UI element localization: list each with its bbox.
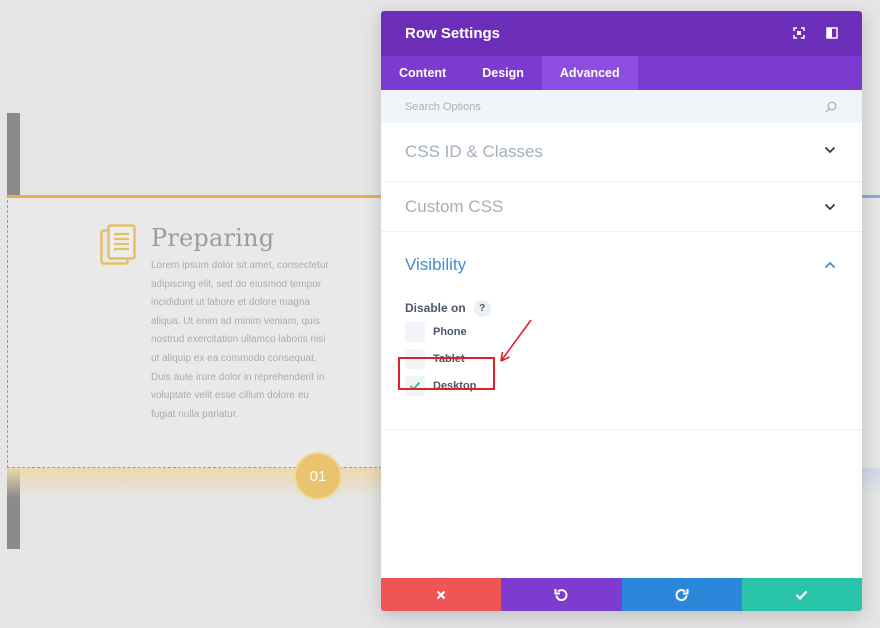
step-number-badge: 01: [294, 452, 342, 500]
split-view-icon[interactable]: [826, 27, 838, 39]
section-header[interactable]: Custom CSS: [381, 182, 862, 231]
expand-icon[interactable]: [793, 27, 805, 39]
option-label: Phone: [433, 325, 467, 338]
search-bar: [381, 90, 862, 123]
undo-button[interactable]: [501, 578, 622, 611]
phone-checkbox[interactable]: [405, 321, 425, 342]
module-title: Preparing: [151, 224, 275, 252]
modal-title: Row Settings: [405, 25, 501, 42]
annotation-arrow-icon: [500, 319, 532, 362]
section-title: CSS ID & Classes: [405, 142, 543, 161]
cancel-icon: [436, 590, 446, 599]
undo-icon: [554, 589, 568, 601]
redo-icon: [675, 589, 689, 601]
chevron-down-icon[interactable]: [824, 146, 836, 154]
section-css-id-classes[interactable]: CSS ID & Classes: [381, 123, 862, 182]
row-settings-modal: Row Settings Content Design Advanced CSS…: [381, 11, 862, 611]
adjacent-row-glow: [862, 468, 880, 498]
modal-header: Row Settings: [381, 11, 862, 56]
annotation-highlight-box: [398, 357, 495, 390]
cancel-button[interactable]: [381, 578, 502, 611]
adjacent-row-edge: [862, 195, 880, 198]
tab-advanced[interactable]: Advanced: [541, 56, 638, 90]
search-input[interactable]: [405, 100, 785, 113]
redo-button[interactable]: [621, 578, 742, 611]
chevron-up-icon[interactable]: [824, 261, 836, 269]
tab-content[interactable]: Content: [381, 56, 464, 90]
section-title: Visibility: [405, 255, 467, 274]
tab-design[interactable]: Design: [464, 56, 542, 90]
section-custom-css[interactable]: Custom CSS: [381, 182, 862, 232]
disable-on-text: Disable on: [405, 301, 466, 315]
chevron-down-icon[interactable]: [824, 203, 836, 211]
disable-on-label: Disable on ?: [405, 298, 838, 318]
save-button[interactable]: [741, 578, 862, 611]
section-visibility: Visibility Disable on ? Phone Tablet Des…: [381, 232, 862, 430]
help-icon[interactable]: ?: [473, 299, 491, 317]
document-icon: [100, 224, 136, 265]
module-body-text: Lorem ipsum dolor sit amet, consectetur …: [151, 260, 329, 420]
section-title: Custom CSS: [405, 196, 504, 216]
section-header[interactable]: Visibility: [381, 232, 862, 298]
modal-footer: [381, 578, 862, 611]
modal-tabs: Content Design Advanced: [381, 56, 862, 90]
search-icon[interactable]: [825, 101, 837, 113]
option-phone[interactable]: Phone: [405, 318, 838, 345]
save-icon: [796, 590, 808, 600]
section-header[interactable]: CSS ID & Classes: [381, 123, 862, 181]
